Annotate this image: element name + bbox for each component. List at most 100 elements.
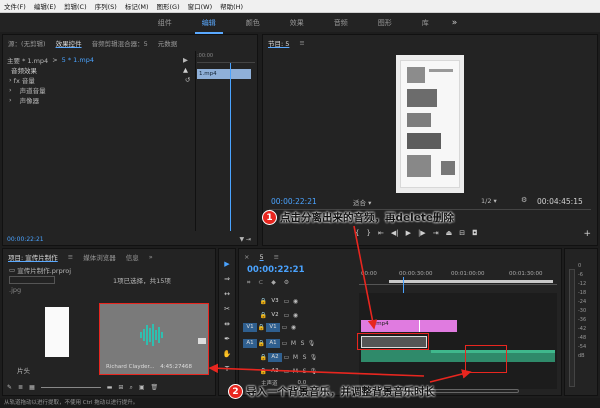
more-workspaces-icon[interactable]: »: [444, 18, 458, 28]
effect-panner[interactable]: 声像器: [20, 95, 40, 105]
track-label-v3[interactable]: V3: [268, 297, 282, 306]
mark-out-icon[interactable]: }: [366, 229, 370, 237]
sync-lock-icon[interactable]: ▭: [282, 353, 291, 362]
close-sequence-icon[interactable]: ×: [239, 253, 254, 261]
sync-lock-icon[interactable]: ▭: [282, 297, 291, 306]
sequence-tab[interactable]: 5: [254, 253, 268, 261]
workspace-libraries[interactable]: 库: [407, 18, 444, 28]
timeline-ruler[interactable]: 00:00 00:00:30:00 00:01:00:00 00:01:30:0…: [359, 267, 557, 285]
work-area-bar[interactable]: [389, 280, 553, 283]
extract-icon[interactable]: ⊟: [459, 229, 465, 237]
mute-button[interactable]: M: [291, 353, 300, 362]
menu-graphics[interactable]: 图形(G): [153, 1, 184, 11]
thumb-picture[interactable]: [45, 307, 69, 357]
lift-icon[interactable]: ⏏: [446, 229, 453, 237]
solo-button[interactable]: S: [300, 353, 309, 362]
camera-icon[interactable]: ◘: [472, 229, 478, 237]
jpg-item[interactable]: .jpg: [9, 286, 21, 294]
video-clip-v1-tail[interactable]: [419, 320, 457, 332]
step-back-icon[interactable]: ◀|: [391, 229, 399, 237]
solo-button[interactable]: S: [300, 367, 309, 376]
sync-lock-icon[interactable]: ▭: [280, 323, 289, 332]
add-button-icon[interactable]: +: [583, 229, 591, 239]
slip-tool-icon[interactable]: ⇹: [221, 317, 233, 331]
lock-track-icon[interactable]: 🔒: [257, 339, 266, 348]
ripple-edit-tool-icon[interactable]: ↔: [221, 287, 233, 301]
tab-project[interactable]: 项目: 宣传片制作: [3, 252, 63, 262]
search-icon[interactable]: [9, 276, 55, 284]
video-clip-v1[interactable]: 1.mp4: [361, 320, 419, 332]
play-only-icon[interactable]: ▶: [183, 56, 188, 64]
solo-button[interactable]: S: [298, 339, 307, 348]
master-clip-label[interactable]: 主要 * 1.mp4: [7, 55, 48, 65]
settings-wrench-icon[interactable]: ⚙: [521, 196, 527, 204]
go-to-in-icon[interactable]: ⇤: [378, 229, 384, 237]
tab-source[interactable]: 源：(无剪辑): [3, 38, 51, 48]
menu-sequence[interactable]: 序列(S): [91, 1, 121, 11]
list-view-icon[interactable]: ≣: [18, 384, 23, 392]
expand-icon[interactable]: ›: [9, 86, 14, 94]
mute-button[interactable]: M: [289, 339, 298, 348]
track-select-tool-icon[interactable]: ⇒: [221, 272, 233, 286]
tab-effect-controls[interactable]: 效果控件: [51, 38, 87, 48]
timeline-tool-icons[interactable]: ⌗ ⊂ ◆ ⚙: [247, 279, 292, 287]
mic-icon[interactable]: 🎙: [307, 339, 316, 348]
workspace-assembly[interactable]: 组件: [143, 18, 187, 28]
lock-track-icon[interactable]: 🔒: [259, 353, 268, 362]
menu-file[interactable]: 文件(F): [0, 1, 30, 11]
reset-icon[interactable]: ↺: [185, 76, 190, 84]
lock-track-icon[interactable]: 🔒: [259, 367, 268, 376]
expand-icon[interactable]: ›: [9, 96, 14, 104]
pen-tool-icon[interactable]: ✒: [221, 332, 233, 346]
selection-tool-icon[interactable]: ▶: [221, 257, 233, 271]
lock-track-icon[interactable]: 🔒: [259, 311, 268, 320]
effects-footer-icons[interactable]: ▼ ⇥: [239, 236, 251, 243]
step-forward-icon[interactable]: |▶: [418, 229, 426, 237]
eye-icon[interactable]: ◉: [291, 297, 300, 306]
sync-lock-icon[interactable]: ▭: [282, 311, 291, 320]
menu-edit[interactable]: 编辑(E): [30, 1, 60, 11]
menu-marker[interactable]: 标记(M): [121, 1, 153, 11]
mic-icon[interactable]: 🎙: [309, 367, 318, 376]
menu-window[interactable]: 窗口(W): [184, 1, 217, 11]
resolution-dropdown[interactable]: 1/2 ▾: [481, 197, 497, 205]
go-to-out-icon[interactable]: ⇥: [433, 229, 439, 237]
program-menu-icon[interactable]: ≡: [294, 39, 309, 47]
new-item-icon[interactable]: ⊞: [118, 384, 123, 392]
effect-channel-volume[interactable]: 声道音量: [20, 85, 46, 95]
tab-metadata[interactable]: 元数据: [153, 38, 183, 48]
program-title[interactable]: 节目: 5: [263, 38, 294, 48]
sequence-clip-label[interactable]: 5 * 1.mp4: [62, 56, 94, 64]
tab-info[interactable]: 信息: [121, 252, 144, 262]
project-menu-icon[interactable]: ≡: [63, 253, 78, 261]
icon-view-icon[interactable]: ▦: [29, 384, 35, 392]
audio-clip-thumb[interactable]: Richard Clayder... 4:45:27468: [99, 303, 209, 375]
lock-track-icon[interactable]: 🔒: [259, 297, 268, 306]
playhead-line[interactable]: [230, 63, 231, 231]
track-label-a1[interactable]: A1: [266, 338, 280, 348]
more-tabs-icon[interactable]: »: [144, 253, 158, 261]
tab-media-browser[interactable]: 媒体浏览器: [78, 252, 121, 262]
hand-tool-icon[interactable]: ✋: [221, 347, 233, 361]
mic-icon[interactable]: 🎙: [309, 353, 318, 362]
workspace-color[interactable]: 颜色: [231, 18, 275, 28]
effect-volume[interactable]: fx 音量: [14, 75, 35, 85]
sync-lock-icon[interactable]: ▭: [280, 339, 289, 348]
mute-button[interactable]: M: [291, 367, 300, 376]
workspace-editing[interactable]: 编辑: [187, 18, 231, 34]
sequence-menu-icon[interactable]: ≡: [269, 253, 284, 261]
zoom-slider[interactable]: [40, 384, 101, 388]
eye-icon[interactable]: ◉: [289, 323, 298, 332]
lock-icon[interactable]: ✎: [7, 384, 12, 392]
audio-clip-a2-left[interactable]: [361, 350, 431, 362]
panel-scroll-up-icon[interactable]: ▲: [183, 66, 188, 74]
menu-help[interactable]: 帮助(H): [216, 1, 247, 11]
play-button-icon[interactable]: ▶: [406, 229, 411, 237]
track-label-v2[interactable]: V2: [268, 311, 282, 320]
workspace-effects[interactable]: 效果: [275, 18, 319, 28]
menu-clip[interactable]: 剪辑(C): [60, 1, 91, 11]
mark-in-icon[interactable]: {: [355, 229, 359, 237]
fit-dropdown[interactable]: 适合 ▾: [353, 197, 371, 207]
sync-lock-icon[interactable]: ▭: [282, 367, 291, 376]
delete-icon[interactable]: 🗑: [150, 384, 158, 392]
